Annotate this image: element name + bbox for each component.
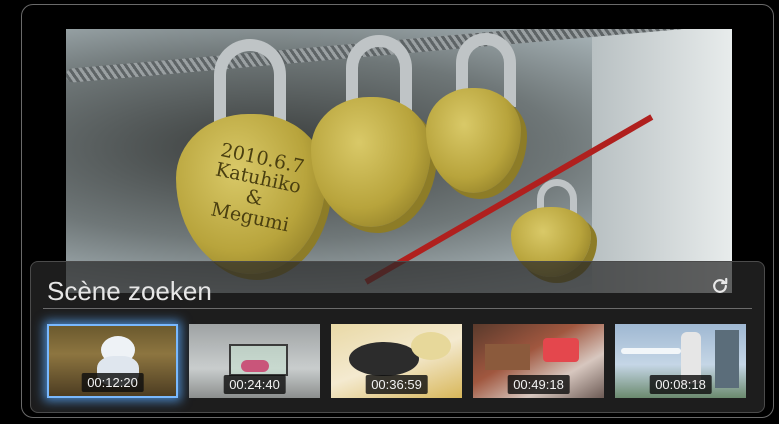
scene-thumbnail-4[interactable]: 00:49:18 <box>473 324 604 398</box>
scene-1-timestamp: 00:12:20 <box>81 373 144 392</box>
scene-thumbnail-3[interactable]: 00:36:59 <box>331 324 462 398</box>
panel-title: Scène zoeken <box>47 276 212 306</box>
scene-4-timestamp: 00:49:18 <box>507 375 570 394</box>
scene-search-panel: Scène zoeken 00:12:20 00:24:40 00:36:59 … <box>30 261 765 413</box>
scene-3-timestamp: 00:36:59 <box>365 375 428 394</box>
refresh-icon[interactable] <box>710 276 730 296</box>
tv-frame: 2010.6.7 Katuhiko & Megumi Scène zoeken <box>21 4 774 418</box>
scene-5-timestamp: 00:08:18 <box>649 375 712 394</box>
panel-divider <box>43 308 752 309</box>
scene-2-timestamp: 00:24:40 <box>223 375 286 394</box>
scene-thumbnail-1[interactable]: 00:12:20 <box>47 324 178 398</box>
video-background-wall <box>592 29 732 293</box>
scene-thumbnail-5[interactable]: 00:08:18 <box>615 324 746 398</box>
video-preview: 2010.6.7 Katuhiko & Megumi <box>66 29 732 293</box>
scene-thumbnail-2[interactable]: 00:24:40 <box>189 324 320 398</box>
